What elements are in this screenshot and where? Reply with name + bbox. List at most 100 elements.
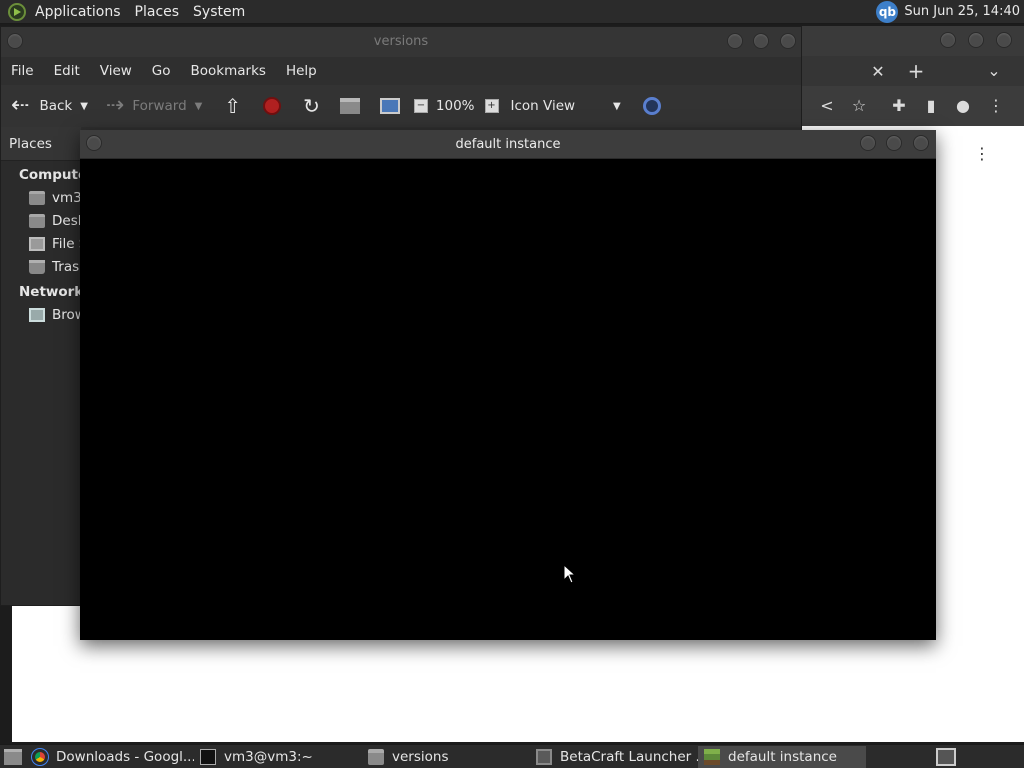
task-default-instance[interactable]: default instance	[698, 745, 866, 768]
file-manager-titlebar[interactable]: versions	[1, 27, 801, 57]
game-window-title: default instance	[455, 137, 561, 152]
search-icon[interactable]	[642, 85, 661, 127]
chrome-maximize-button[interactable]	[968, 32, 984, 48]
top-panel: Applications Places System qb Sun Jun 25…	[0, 0, 1024, 24]
reload-icon[interactable]: ↻	[303, 85, 320, 127]
clock[interactable]: Sun Jun 25, 14:40	[904, 4, 1020, 19]
file-manager-title: versions	[373, 34, 429, 49]
sidebar-item-label: Browse Network	[52, 306, 81, 323]
chrome-tabbar: ✕ + ⌄	[800, 56, 1024, 86]
chrome-close-button[interactable]	[996, 32, 1012, 48]
game-titlebar[interactable]: default instance	[80, 130, 936, 159]
task-terminal[interactable]: vm3@vm3:~	[194, 746, 362, 768]
chrome-toolbar: < ☆ ✚ ▮ ● ⋮	[800, 86, 1024, 126]
task-betacraft[interactable]: BetaCraft Launcher ...	[530, 746, 698, 768]
extensions-icon[interactable]: ✚	[889, 96, 909, 116]
menu-edit[interactable]: Edit	[44, 63, 90, 79]
task-label: versions	[392, 748, 449, 765]
taskbar: Downloads - Googl... vm3@vm3:~ versions …	[0, 744, 1024, 768]
sidebar-section-network: Network	[19, 284, 81, 300]
menu-help[interactable]: Help	[276, 63, 327, 79]
file-manager-toolbar: ⇠ Back ▼ ⇢ Forward ▼ ⇧ ↻ − 100% + Icon V…	[1, 85, 801, 127]
chrome-minimize-button[interactable]	[940, 32, 956, 48]
back-label: Back	[39, 98, 73, 114]
fm-close-button[interactable]	[780, 33, 796, 49]
sidebar-item-trash[interactable]: Trash	[1, 255, 81, 278]
forward-label: Forward	[132, 98, 187, 114]
game-canvas[interactable]	[80, 159, 936, 640]
forward-arrow-icon: ⇢	[105, 93, 125, 118]
back-button[interactable]: ⇠ Back ▼	[11, 85, 88, 127]
chrome-titlebar[interactable]	[800, 26, 1024, 56]
stop-icon[interactable]	[263, 85, 282, 127]
back-arrow-icon: ⇠	[11, 93, 30, 118]
chrome-menu-icon[interactable]: ⋮	[986, 96, 1006, 116]
desktop-icon	[29, 213, 45, 228]
clock-area: qb Sun Jun 25, 14:40	[876, 0, 1024, 24]
places-sidebar: Places Computer vm3 Desktop File System …	[1, 127, 81, 605]
menu-bookmarks[interactable]: Bookmarks	[181, 63, 276, 79]
home-folder-icon	[29, 190, 45, 205]
menu-view[interactable]: View	[90, 63, 142, 79]
terminal-icon	[200, 748, 216, 765]
share-icon[interactable]: <	[817, 96, 837, 116]
task-label: Downloads - Googl...	[56, 748, 194, 765]
workspace-switcher[interactable]	[930, 746, 962, 768]
game-window: default instance	[80, 130, 936, 640]
places-header[interactable]: Places	[1, 127, 81, 161]
fm-maximize-button[interactable]	[753, 33, 769, 49]
forward-button[interactable]: ⇢ Forward ▼	[106, 85, 202, 127]
zoom-in-icon[interactable]: +	[484, 85, 499, 127]
menu-applications[interactable]: Applications	[28, 4, 128, 20]
view-mode-select[interactable]: Icon View ▼	[511, 85, 621, 127]
trash-icon	[29, 259, 45, 274]
minecraft-icon	[704, 748, 720, 765]
user-badge-icon[interactable]: qb	[876, 0, 899, 23]
menu-places[interactable]: Places	[128, 4, 187, 20]
game-maximize-button[interactable]	[886, 135, 902, 151]
workspace-icon	[936, 747, 956, 766]
profile-avatar-icon[interactable]: ●	[953, 96, 973, 116]
view-mode-label: Icon View	[510, 98, 576, 114]
menu-system[interactable]: System	[186, 4, 252, 20]
betacraft-icon	[536, 748, 552, 765]
top-panel-menu: Applications Places System	[28, 0, 252, 24]
menu-go[interactable]: Go	[142, 63, 181, 79]
bookmark-star-icon[interactable]: ☆	[849, 96, 869, 116]
task-downloads-chrome[interactable]: Downloads - Googl...	[26, 746, 194, 768]
game-close-button[interactable]	[913, 135, 929, 151]
computer-icon[interactable]	[379, 85, 400, 127]
sidebar-item-label: Trash	[52, 258, 81, 275]
task-label: vm3@vm3:~	[224, 748, 313, 765]
show-desktop-icon	[4, 748, 22, 765]
show-desktop-button[interactable]	[0, 746, 26, 768]
folder-icon	[368, 748, 384, 765]
sidebar-item-file-system[interactable]: File System	[1, 232, 81, 255]
distro-logo-icon[interactable]	[8, 2, 26, 21]
menu-file[interactable]: File	[1, 63, 44, 79]
task-versions[interactable]: versions	[362, 746, 530, 768]
sidebar-item-browse-network[interactable]: Browse Network	[1, 303, 81, 326]
forward-dropdown-icon[interactable]: ▼	[195, 101, 203, 112]
zoom-level[interactable]: 100%	[436, 85, 475, 127]
game-minimize-button[interactable]	[860, 135, 876, 151]
side-panel-icon[interactable]: ▮	[921, 96, 941, 116]
zoom-out-icon[interactable]: −	[413, 85, 428, 127]
sidebar-item-desktop[interactable]: Desktop	[1, 209, 81, 232]
sidebar-item-vm3[interactable]: vm3	[1, 186, 81, 209]
close-tab-icon[interactable]: ✕	[868, 62, 888, 82]
up-icon[interactable]: ⇧	[224, 85, 241, 127]
view-mode-dropdown-icon: ▼	[613, 100, 621, 112]
home-icon[interactable]	[339, 85, 360, 127]
task-label: BetaCraft Launcher ...	[560, 748, 698, 765]
back-dropdown-icon[interactable]: ▼	[80, 101, 88, 112]
file-manager-menubar: File Edit View Go Bookmarks Help	[1, 57, 801, 85]
sidebar-item-label: vm3	[52, 189, 81, 206]
page-more-options-icon[interactable]: ⋮	[972, 144, 992, 164]
sidebar-section-computer: Computer	[19, 167, 81, 183]
new-tab-icon[interactable]: +	[906, 61, 926, 81]
fm-minimize-button[interactable]	[727, 33, 743, 49]
drive-icon	[29, 236, 45, 251]
tab-search-chevron-icon[interactable]: ⌄	[984, 61, 1004, 81]
task-label: default instance	[728, 748, 837, 765]
